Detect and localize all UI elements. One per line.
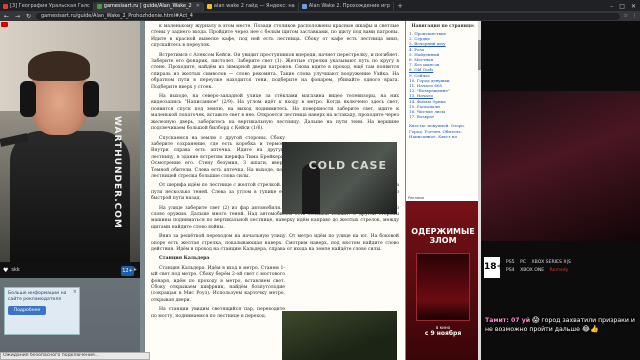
chat-message-line: Тамит: 07 уй 😱 город захватили призраки … [485, 316, 637, 325]
webcam-overlay: WARTHUNDER.COM [0, 21, 140, 276]
minimize-icon[interactable]: – [610, 2, 613, 11]
advertisement-banner[interactable]: Реклама ОДЕРЖИМЫЕ ЗЛОМ в кино с 9 ноября [406, 195, 480, 360]
platform-label: PS5 [506, 260, 515, 265]
age-rating-badge: 18+ [484, 257, 504, 278]
article-paragraph: Вниз за решёткой переходом на начальную … [151, 234, 399, 252]
tab-3[interactable]: alan wake 2 гайд — Яндекс: на [204, 2, 299, 11]
article-screenshot-image-2[interactable] [282, 311, 397, 360]
chat-message-line: не возможно пройти дальше 😂👍 [485, 325, 637, 334]
donation-bar: ♥ skk 0+ [0, 262, 140, 278]
article-screenshot-image[interactable]: COLD CASE [282, 142, 397, 214]
adblock-notification: × Больше информации на сайте рекламодате… [4, 287, 80, 335]
browser-tabbar: [3] География Уральская Галс gamesisart.… [0, 0, 640, 11]
chat-username: Тамит: 07 уй [485, 317, 531, 324]
close-icon[interactable]: × [73, 289, 77, 295]
close-window-icon[interactable]: ✕ [631, 2, 636, 11]
platform-label: PS4 [506, 268, 515, 273]
platform-logos: PS5 PC XBOX SERIES X|S PS4 XBOX ONE Reme… [506, 259, 636, 275]
adblock-message: Больше информации на сайте рекламодателя [8, 291, 67, 302]
cold-case-caption: COLD CASE [308, 159, 387, 172]
section-heading: Станция Кальдера [159, 256, 210, 262]
ad-poster-image [416, 253, 470, 321]
navigation-title: Навигация по странице: [411, 24, 475, 29]
tab-favicon-icon [96, 4, 102, 9]
donation-text: skk [11, 267, 20, 273]
tab-2[interactable]: gamesisart.ru | guide/Alan_Wake_2 ✕ [93, 2, 204, 11]
age-badge: 12+ [121, 266, 134, 276]
reload-icon[interactable]: ↻ [25, 13, 32, 20]
platform-label: XBOX SERIES X|S [531, 260, 571, 265]
game-promo-panel: 18+ PS5 PC XBOX SERIES X|S PS4 XBOX ONE … [480, 21, 640, 360]
article-paragraph: Спускаемся на землю с другой стороны. Сб… [151, 135, 285, 179]
tab-favicon-icon [301, 4, 307, 9]
maximize-icon[interactable]: □ [619, 2, 625, 11]
screen: { "browser": { "tabs": [ {"label": "[3] … [0, 0, 640, 360]
ad-title: ОДЕРЖИМЫЕ ЗЛОМ [411, 227, 475, 245]
hoodie-brand-text: WARTHUNDER.COM [112, 116, 122, 229]
platform-label: PC [520, 260, 527, 265]
nav-link[interactable]: 17. Возврат [409, 114, 477, 119]
address-bar: ← → ↻ gamesisart.ru/guide/Alan_Wake_2_Pr… [0, 11, 640, 21]
close-tab-icon[interactable]: ✕ [196, 2, 200, 11]
tab-favicon-icon [206, 4, 212, 9]
extensions-icon[interactable]: ⋮ [632, 13, 637, 19]
article-paragraph: Станция Кальдера. Идём в вход в метро. С… [151, 265, 285, 303]
article-paragraph: к маленькому журналу в этом месте. Позад… [151, 24, 399, 49]
tab-1[interactable]: [3] География Уральская Галс [0, 2, 94, 11]
navigation-footer-links[interactable]: Квесты: покупной. Озеро. Город. Уотчен. … [409, 123, 477, 139]
stream-chat-overlay: Тамит: 07 уй 😱 город захватили призраки … [485, 316, 637, 338]
emoji-icon: 😂👍 [581, 325, 599, 333]
platform-label: XBOX ONE [520, 268, 545, 273]
emoji-icon: 😱 [532, 316, 540, 324]
ad-release-date: в кино с 9 ноября [408, 325, 478, 337]
page-scrollbar-thumb[interactable] [478, 40, 481, 70]
studio-logo: Remedy [549, 268, 569, 273]
chat-message-text: город захватили призраки и [541, 317, 635, 324]
star-icon[interactable]: ☆ [624, 13, 628, 19]
chat-message-text: не возможно пройти дальше [485, 326, 580, 333]
details-button[interactable]: Подробнее [8, 306, 46, 315]
ad-label: Реклама [406, 195, 480, 201]
headphones-right [83, 81, 99, 117]
tab-favicon-icon [3, 4, 8, 9]
streamer-hair [28, 51, 90, 81]
ad-date: с 9 ноября [424, 330, 462, 337]
browser-status-bar: Ожидание безопасного подключения... [0, 352, 150, 360]
game-cover-art [480, 91, 640, 241]
youtube-icon [1, 22, 8, 27]
url-input[interactable]: gamesisart.ru/guide/Alan_Wake_2_Prohozhd… [36, 12, 620, 20]
back-icon[interactable]: ← [3, 13, 10, 20]
article-paragraph: На выходе, на северо-западной улице за с… [151, 94, 399, 132]
headphones-left [20, 81, 36, 117]
article-paragraph: На станции увидим светящийся пар, перехо… [151, 307, 285, 319]
new-tab-button[interactable]: + [394, 2, 406, 11]
window-controls: – □ ✕ [610, 2, 640, 11]
tab-4[interactable]: Alan Wake 2. Прохождение игр [299, 2, 395, 11]
page-scrollbar[interactable] [478, 21, 481, 360]
article-paragraph: Встретимся с Алексом Кейси. Он увидит пр… [151, 52, 399, 90]
navigation-list: 1. Происшествие 2. Сердце 3. Вечерний шо… [409, 31, 477, 119]
forward-icon[interactable]: → [14, 13, 21, 20]
donate-heart-icon: ♥ [3, 266, 9, 274]
